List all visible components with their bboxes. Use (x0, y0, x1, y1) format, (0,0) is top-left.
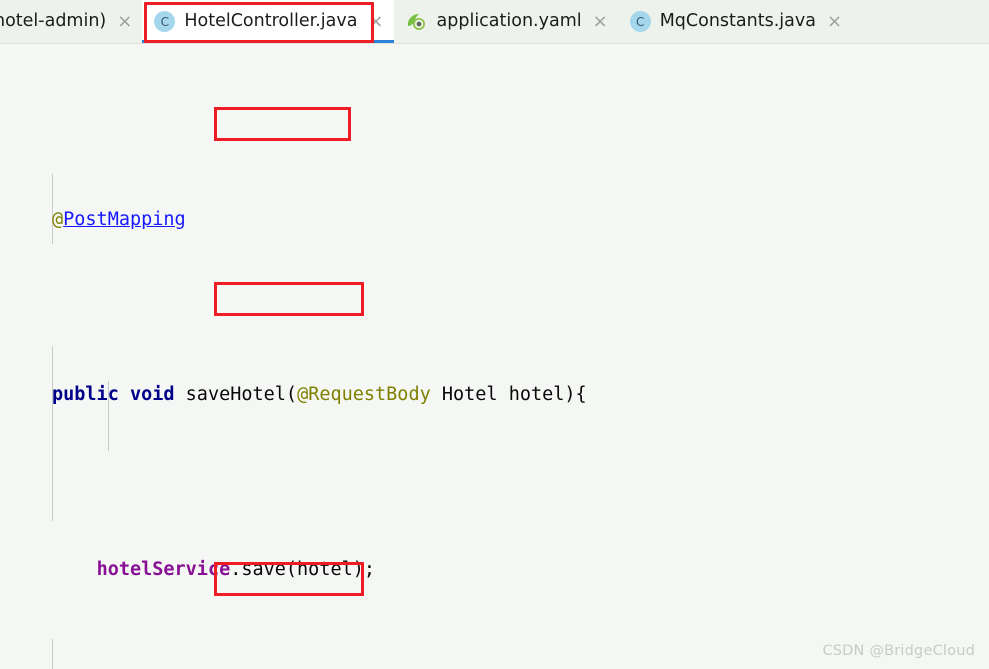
watermark: CSDN @BridgeCloud (822, 643, 975, 659)
token-open-paren: ( (285, 384, 298, 405)
editor-tab-hotelcontroller-java[interactable]: C HotelController.java × (142, 0, 394, 43)
editor-tab-label: application.yaml (436, 10, 582, 31)
close-icon[interactable]: × (117, 12, 132, 31)
code-line: hotelService.save(hotel); (0, 552, 989, 587)
ide-editor-window: hotel-admin) × C HotelController.java × … (0, 0, 989, 669)
editor-tab-bar: hotel-admin) × C HotelController.java × … (0, 0, 989, 44)
token-keyword-void: void (129, 384, 175, 405)
code-line: public void saveHotel(@RequestBody Hotel… (0, 377, 989, 412)
spring-yaml-icon (406, 12, 428, 32)
token-keyword-public: public (52, 384, 119, 405)
token-type-hotel: Hotel (441, 384, 498, 405)
editor-tab-label: MqConstants.java (659, 10, 816, 31)
close-icon[interactable]: × (368, 12, 383, 31)
code-content[interactable]: @PostMapping public void saveHotel(@Requ… (0, 62, 989, 669)
token-close-paren: ) (564, 384, 576, 405)
token-brace-open: { (575, 384, 587, 405)
token-request-body: @RequestBody (297, 384, 431, 405)
editor-tab-label: HotelController.java (184, 10, 358, 31)
java-class-icon: C (629, 11, 651, 32)
editor-tab-label: hotel-admin) (0, 10, 107, 31)
editor-tab-mqconstants-java[interactable]: C MqConstants.java × (618, 0, 852, 43)
token-at: @ (52, 209, 64, 230)
token-field-hotelservice: hotelService (96, 559, 231, 580)
close-icon[interactable]: × (593, 12, 608, 31)
editor-tab-hotel-admin[interactable]: hotel-admin) × (0, 0, 142, 43)
close-icon[interactable]: × (827, 12, 842, 31)
token-arg-hotel: hotel (508, 384, 565, 405)
editor-tab-application-yaml[interactable]: application.yaml × (394, 0, 618, 43)
code-editor[interactable]: @PostMapping public void saveHotel(@Requ… (0, 44, 989, 669)
code-line: @PostMapping (0, 202, 989, 237)
token-method-savehotel: saveHotel (185, 384, 286, 405)
token-post-mapping[interactable]: PostMapping (63, 209, 186, 230)
token-call-save: .save(hotel); (230, 559, 376, 580)
java-class-icon: C (154, 11, 176, 32)
